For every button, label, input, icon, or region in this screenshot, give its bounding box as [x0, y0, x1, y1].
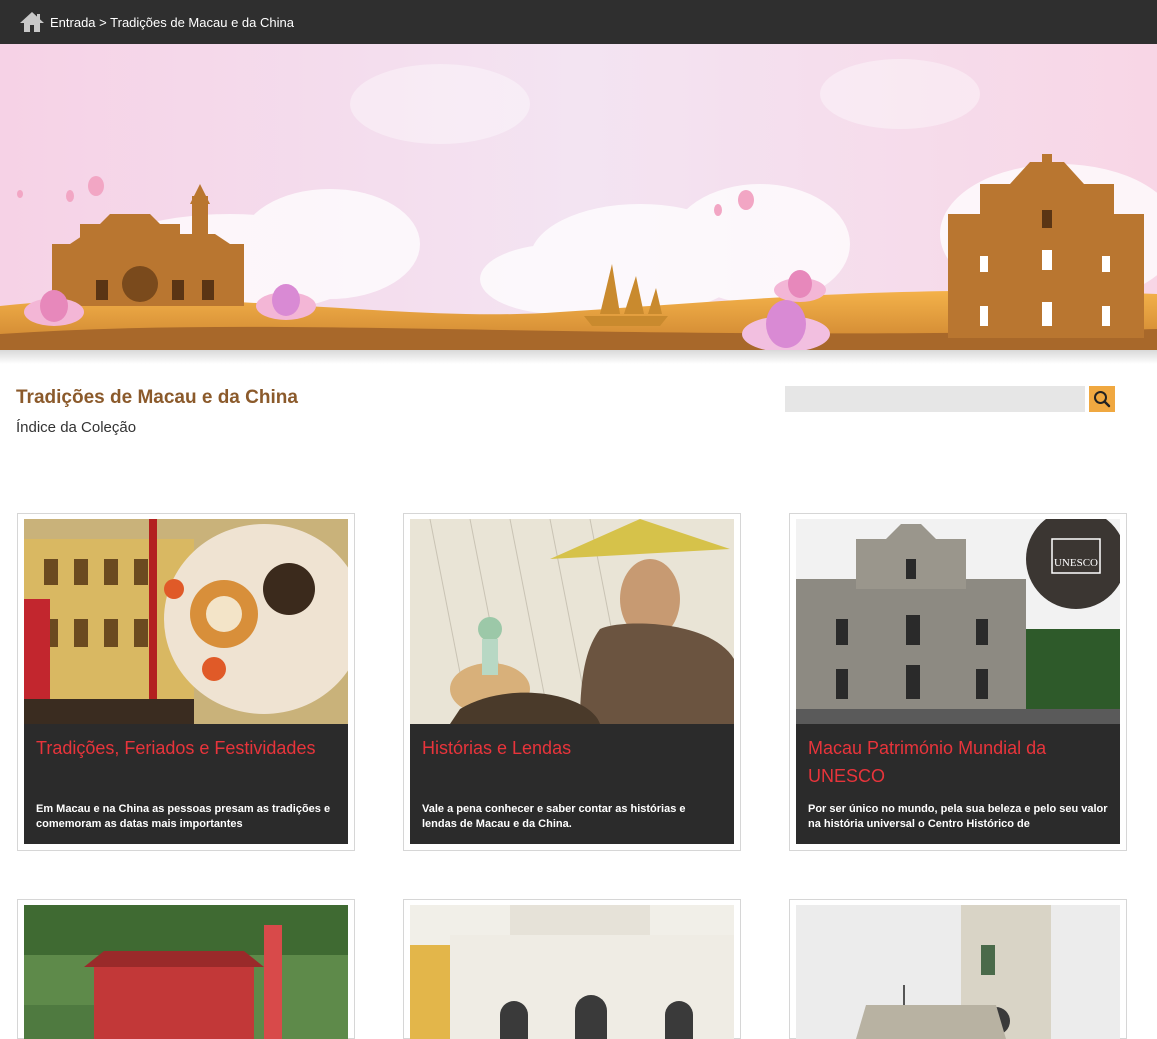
banner-shadow [0, 350, 1157, 364]
search-input[interactable] [785, 386, 1085, 412]
card-image-a-ma-temple[interactable] [24, 905, 348, 1039]
card-santa-casa[interactable] [403, 899, 741, 1039]
search-button[interactable] [1089, 386, 1115, 412]
card-title[interactable]: Tradições, Feriados e Festividades [36, 734, 336, 792]
unesco-badge-text: UNESCO [1054, 557, 1098, 569]
card-temple[interactable] [17, 899, 355, 1039]
top-bar: Entrada > Tradições de Macau e da China [0, 0, 1157, 44]
card-caption: Tradições, Feriados e Festividades Em Ma… [24, 724, 348, 844]
collection-index-subtitle: Índice da Coleção [16, 419, 137, 436]
breadcrumb-current: Tradições de Macau e da China [110, 14, 294, 30]
card-caption: Histórias e Lendas Vale a pena conhecer … [410, 724, 734, 844]
header-banner [0, 44, 1157, 360]
card-image-santa-casa[interactable] [410, 905, 734, 1039]
card-stories[interactable]: Histórias e Lendas Vale a pena conhecer … [403, 513, 741, 851]
card-image-lion-dance[interactable] [24, 519, 348, 724]
card-description: Vale a pena conhecer e saber contar as h… [422, 803, 686, 830]
card-image-fisherman[interactable] [410, 519, 734, 724]
card-description: Em Macau e na China as pessoas presam as… [36, 803, 331, 830]
card-caption: Macau Património Mundial da UNESCO Por s… [796, 724, 1120, 844]
breadcrumb-separator: > [99, 14, 107, 30]
search-icon [1094, 391, 1111, 408]
card-description: Por ser único no mundo, pela sua beleza … [808, 803, 1108, 830]
banner-illustration [0, 44, 1157, 360]
card-church[interactable] [789, 899, 1127, 1039]
card-title[interactable]: Macau Património Mundial da UNESCO [808, 734, 1108, 792]
breadcrumb: Entrada > Tradições de Macau e da China [50, 15, 294, 30]
card-image-church-tower[interactable] [796, 905, 1120, 1039]
card-title[interactable]: Histórias e Lendas [422, 734, 722, 792]
card-image-st-paul-ruins[interactable]: UNESCO [796, 519, 1120, 724]
card-unesco[interactable]: UNESCO Macau Património Mundial da UNESC… [789, 513, 1127, 851]
home-icon[interactable] [18, 10, 46, 34]
page-title: Tradições de Macau e da China [16, 387, 298, 408]
card-traditions[interactable]: Tradições, Feriados e Festividades Em Ma… [17, 513, 355, 851]
breadcrumb-home-link[interactable]: Entrada [50, 15, 96, 30]
